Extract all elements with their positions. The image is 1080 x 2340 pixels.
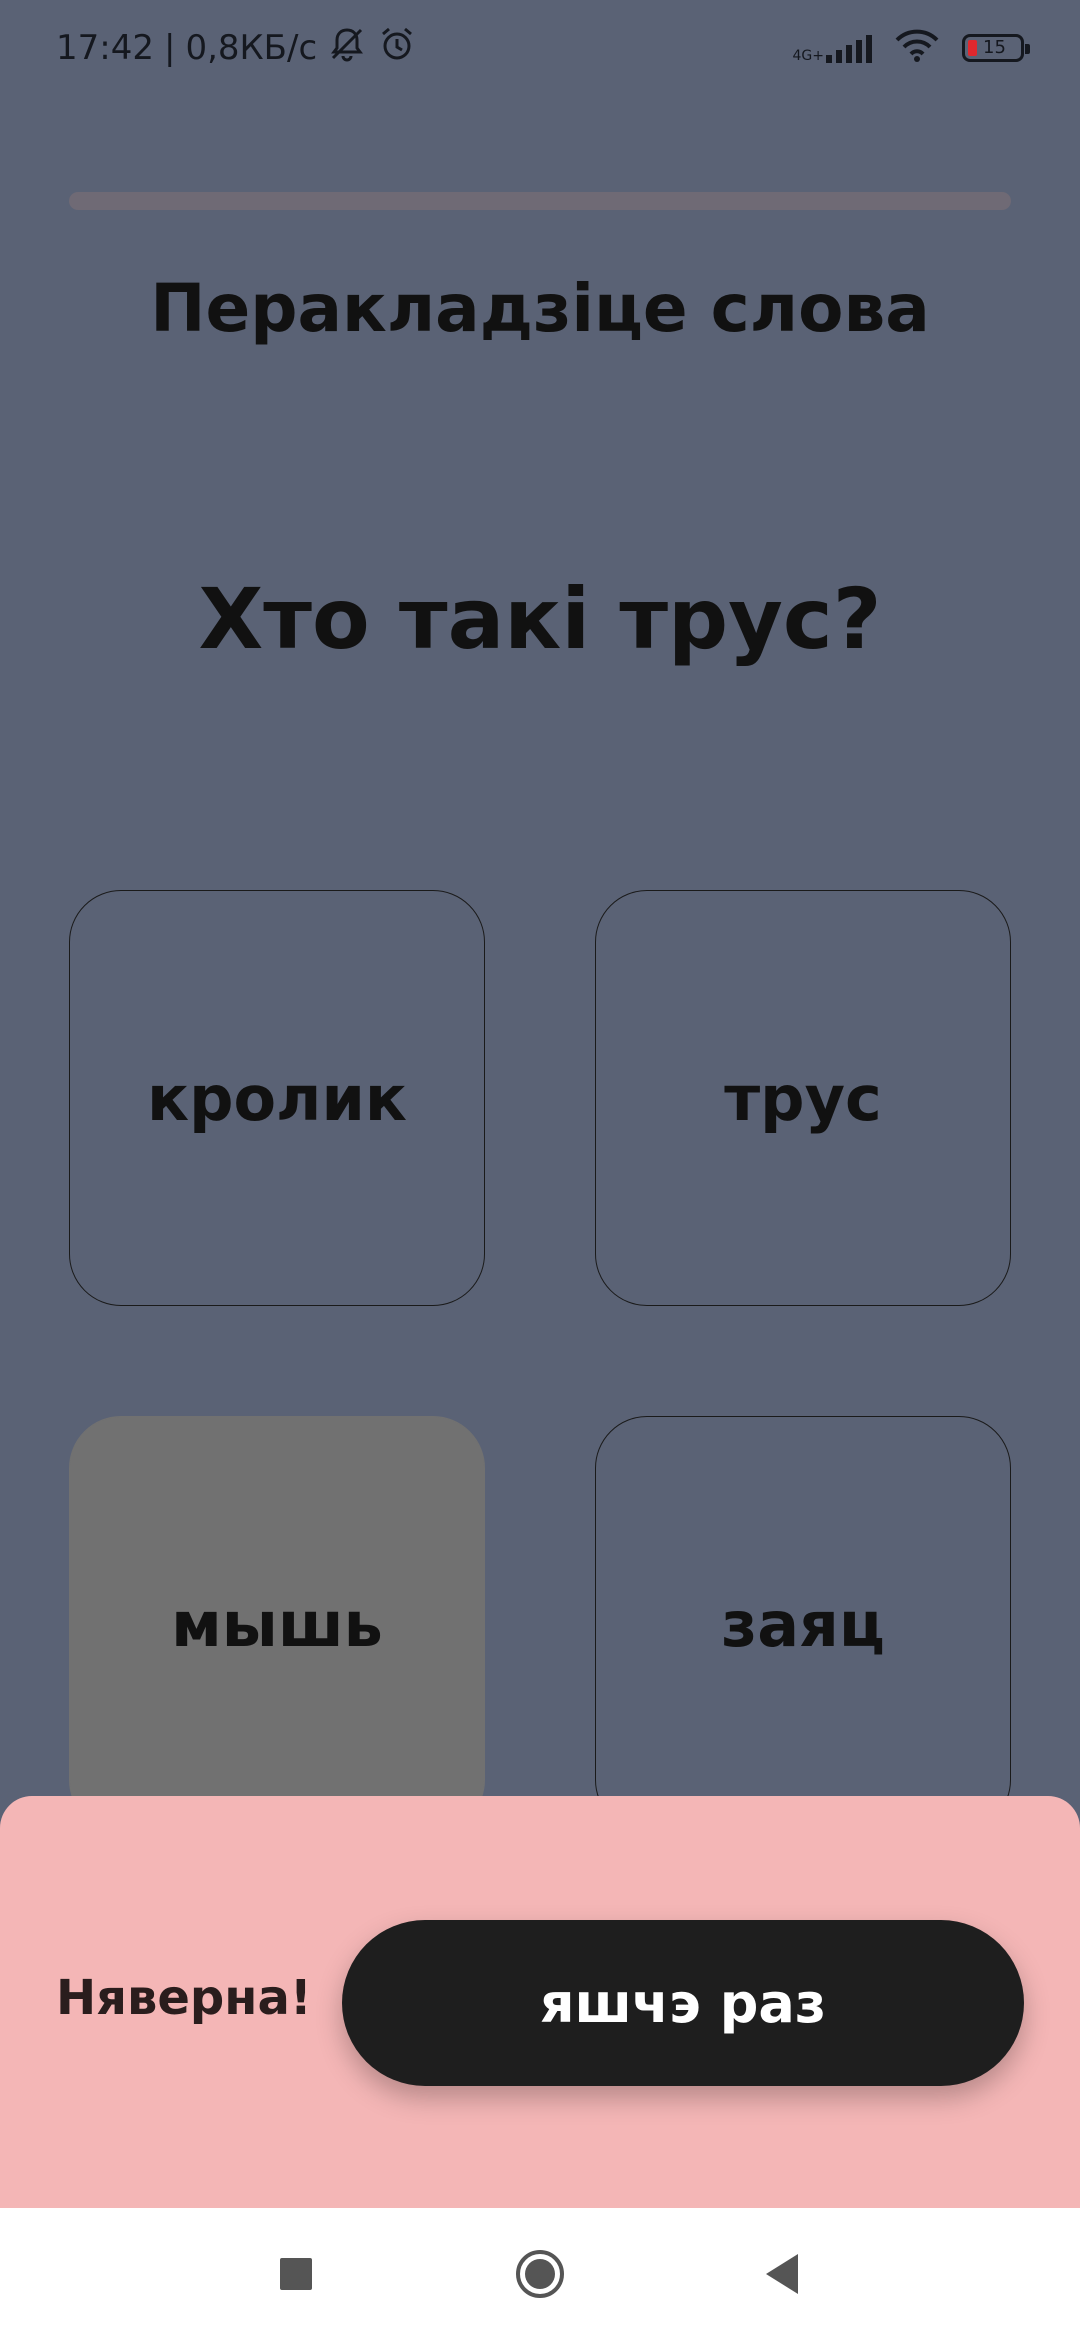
back-button[interactable] [722, 2208, 842, 2340]
recents-square-icon [280, 2258, 312, 2290]
mute-icon [327, 24, 367, 73]
exercise-question: Хто такі трус? [198, 570, 882, 668]
recents-button[interactable] [236, 2208, 356, 2340]
status-speed: 0,8КБ/с [185, 28, 318, 68]
feedback-message: Няверна! [56, 1970, 312, 2026]
status-left: 17:42 | 0,8КБ/с [56, 22, 417, 74]
exercise-title: Перакладзіце слова [150, 270, 930, 347]
retry-button[interactable]: яшчэ раз [342, 1920, 1024, 2086]
answer-option-3-selected[interactable]: мышь [69, 1416, 485, 1832]
network-type: 4G+ [792, 48, 825, 64]
answer-option-1[interactable]: кролик [69, 890, 485, 1306]
status-right: 4G+ 15 [792, 22, 1030, 74]
lesson-progress-bar [69, 192, 1011, 210]
back-triangle-icon [766, 2254, 798, 2294]
battery-level: 15 [983, 37, 1006, 58]
status-bar: 17:42 | 0,8КБ/с 4G+ 15 [0, 0, 1080, 96]
home-button[interactable] [480, 2208, 600, 2340]
status-time: 17:42 [56, 28, 154, 68]
signal-icon: 4G+ [792, 33, 872, 64]
home-circle-icon [516, 2250, 564, 2298]
navigation-bar [0, 2208, 1080, 2340]
status-separator: | [163, 28, 176, 68]
answer-option-4[interactable]: заяц [595, 1416, 1011, 1832]
wifi-icon [894, 28, 940, 68]
battery-fill [968, 40, 977, 56]
battery-icon: 15 [962, 34, 1030, 62]
answer-option-2[interactable]: трус [595, 890, 1011, 1306]
alarm-icon [377, 24, 417, 73]
